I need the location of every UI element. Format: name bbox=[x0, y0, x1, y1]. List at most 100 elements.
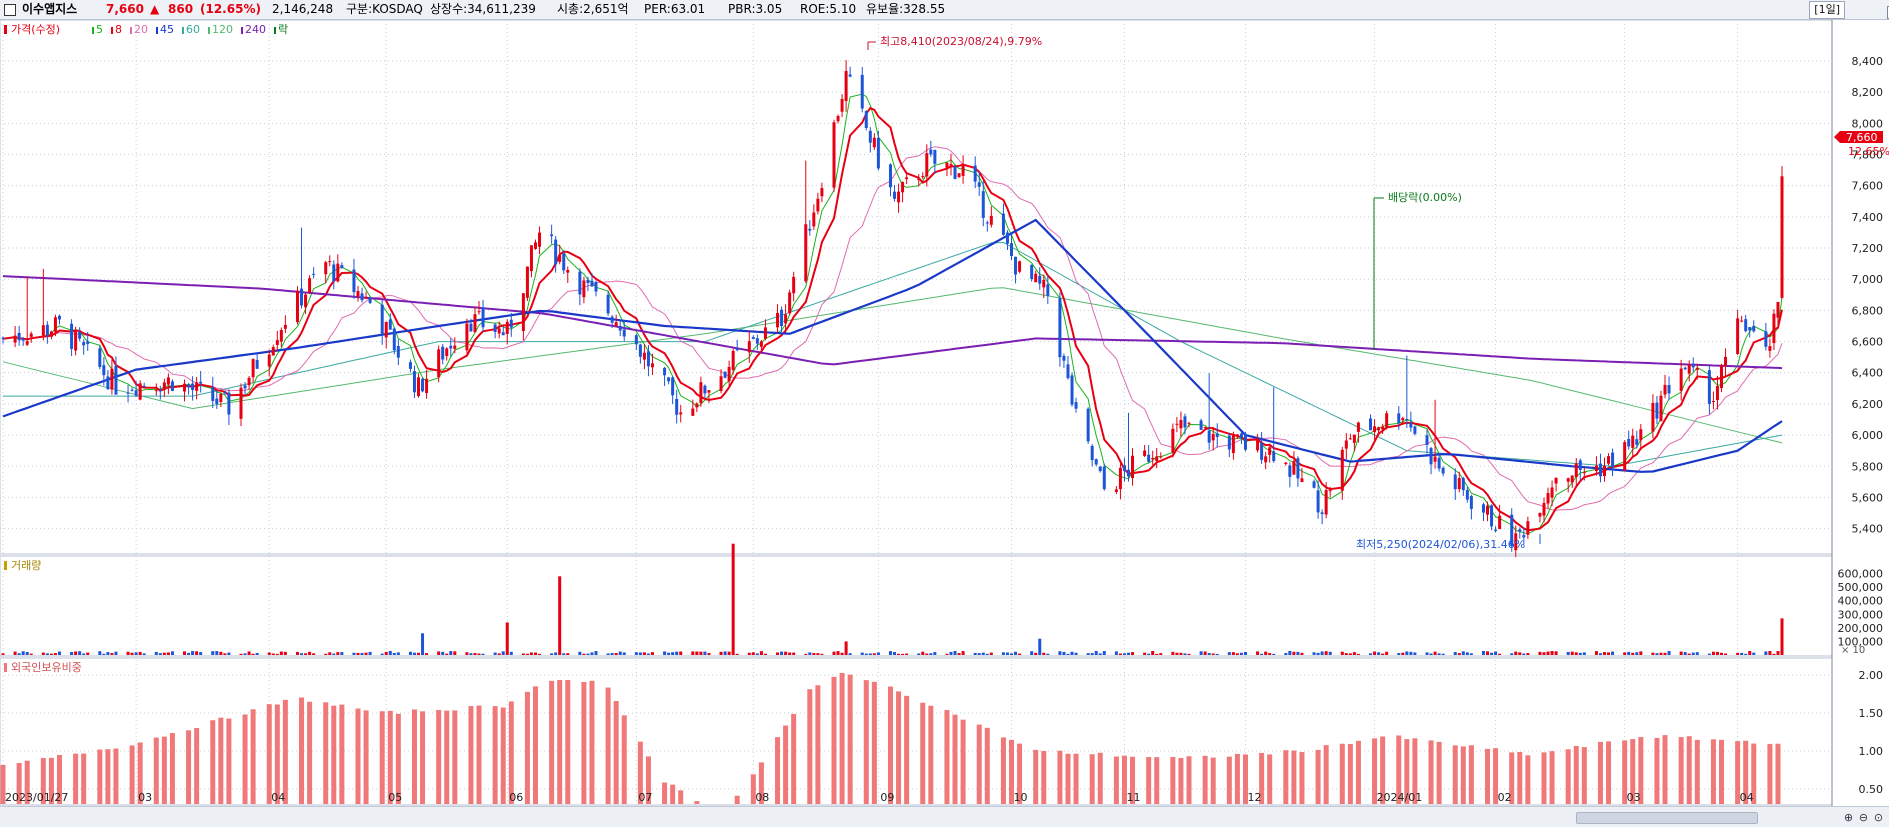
period-button[interactable]: [1일] bbox=[1809, 1, 1845, 19]
volume-bar bbox=[98, 651, 102, 655]
volume-bar bbox=[755, 653, 759, 655]
volume-bar bbox=[1546, 651, 1550, 655]
volume-bar bbox=[804, 653, 808, 655]
low-label: 최저5,250(2024/02/06),31.46% bbox=[1356, 538, 1525, 551]
volume-bar bbox=[876, 652, 880, 655]
volume-bar bbox=[691, 651, 695, 655]
zoom-reset-icon[interactable]: ⊙ bbox=[1872, 811, 1885, 824]
volume-bar bbox=[933, 652, 937, 655]
volume-bar bbox=[449, 651, 453, 655]
listed-shares: 상장수:34,611,239 bbox=[430, 2, 536, 16]
price-axis-tick: 7,000 bbox=[1852, 273, 1884, 286]
foreign-bar bbox=[871, 681, 877, 804]
volume-bar bbox=[304, 653, 308, 655]
candle bbox=[788, 289, 792, 316]
volume-bar bbox=[1159, 653, 1163, 655]
volume-bar bbox=[1074, 652, 1078, 655]
scroll-thumb[interactable] bbox=[1576, 812, 1758, 824]
foreign-bar bbox=[775, 737, 781, 804]
date-axis-tick: 2023/01/27 bbox=[5, 791, 68, 804]
foreign-bar bbox=[670, 784, 676, 804]
volume-bar bbox=[142, 653, 146, 655]
volume-bar bbox=[554, 652, 558, 655]
volume-bar bbox=[1494, 651, 1498, 655]
volume-bar bbox=[1264, 651, 1268, 655]
volume-bar bbox=[340, 652, 344, 655]
volume-bar bbox=[675, 651, 679, 655]
volume-bar bbox=[1034, 652, 1038, 655]
volume-bar bbox=[1679, 651, 1683, 655]
volume-bar bbox=[1328, 651, 1332, 655]
candle bbox=[1058, 292, 1062, 367]
stock-chart[interactable]: 5,400 5,600 5,800 6,000 6,200 6,400 6,600 6,800… bbox=[0, 20, 1889, 806]
volume-unit: × 10 bbox=[1841, 645, 1865, 656]
volume-bar bbox=[820, 653, 824, 655]
volume-bar bbox=[1292, 651, 1296, 655]
volume-bar bbox=[421, 633, 425, 655]
volume-bar bbox=[1260, 653, 1264, 655]
volume-legend-title: 거래량 bbox=[11, 559, 41, 572]
volume-bar bbox=[29, 653, 33, 655]
volume-bar bbox=[1288, 650, 1292, 655]
foreign-bar bbox=[589, 680, 595, 804]
volume-bar bbox=[360, 652, 364, 655]
volume-bar bbox=[695, 651, 699, 655]
volume-bar bbox=[279, 651, 283, 655]
foreign-bar bbox=[920, 702, 926, 804]
candle bbox=[1490, 504, 1494, 531]
volume-bar bbox=[509, 651, 513, 655]
volume-bar bbox=[1256, 651, 1260, 655]
foreign-bar bbox=[1573, 745, 1579, 804]
price-axis-tick: 7,200 bbox=[1852, 242, 1884, 255]
volume-bar bbox=[1542, 652, 1546, 655]
foreign-bar bbox=[1202, 755, 1208, 804]
volume-bar bbox=[392, 653, 396, 655]
high-label: 최고8,410(2023/08/24),9.79% bbox=[880, 35, 1042, 48]
ma-legend-marker bbox=[241, 27, 243, 34]
ma-legend-label: 120 bbox=[212, 23, 233, 36]
volume-bar bbox=[840, 652, 844, 655]
candle bbox=[295, 286, 299, 325]
volume-bar bbox=[441, 651, 445, 655]
volume-bar bbox=[622, 652, 626, 655]
volume-bar bbox=[41, 652, 45, 655]
volume-bar bbox=[1401, 652, 1405, 655]
foreign-bar bbox=[1057, 750, 1063, 804]
volume-bar bbox=[1510, 653, 1514, 655]
volume-bar bbox=[1126, 652, 1130, 655]
volume-bar bbox=[138, 651, 142, 655]
foreign-bar bbox=[1178, 757, 1184, 804]
volume-bar bbox=[1243, 651, 1247, 655]
volume-bar bbox=[1239, 652, 1243, 655]
volume-bar bbox=[251, 653, 255, 655]
market-cap: 시총:2,651억 bbox=[557, 2, 629, 16]
volume-bar bbox=[368, 651, 372, 655]
volume-bar bbox=[1171, 651, 1175, 655]
volume-bar bbox=[243, 653, 247, 655]
volume-bar bbox=[1748, 651, 1752, 655]
volume-bar bbox=[1752, 652, 1756, 655]
horizontal-scrollbar[interactable]: ⊕ ⊖ ⊙ bbox=[0, 806, 1889, 827]
volume-bar bbox=[1348, 653, 1352, 655]
volume-bar bbox=[1639, 651, 1643, 655]
zoom-out-icon[interactable]: ⊖ bbox=[1857, 811, 1870, 824]
zoom-in-icon[interactable]: ⊕ bbox=[1842, 811, 1855, 824]
candle bbox=[1102, 463, 1106, 491]
volume-bar bbox=[384, 651, 388, 655]
volume-bar bbox=[1603, 652, 1607, 655]
volume-bar bbox=[558, 576, 562, 655]
current-price: 7,660 bbox=[106, 2, 144, 16]
volume-bar bbox=[1683, 652, 1687, 655]
ma-legend-marker bbox=[130, 27, 132, 34]
volume-bar bbox=[1098, 653, 1102, 655]
foreign-bar bbox=[1694, 739, 1700, 804]
window-menu-icon[interactable] bbox=[4, 4, 16, 16]
volume-bar bbox=[590, 652, 594, 655]
foreign-bar bbox=[847, 674, 853, 804]
volume-bar bbox=[425, 653, 429, 655]
volume-bar bbox=[437, 651, 441, 655]
volume-bar bbox=[1058, 651, 1062, 655]
volume-panel bbox=[0, 555, 1833, 657]
volume-bar bbox=[300, 653, 304, 655]
foreign-bar bbox=[1775, 743, 1781, 804]
